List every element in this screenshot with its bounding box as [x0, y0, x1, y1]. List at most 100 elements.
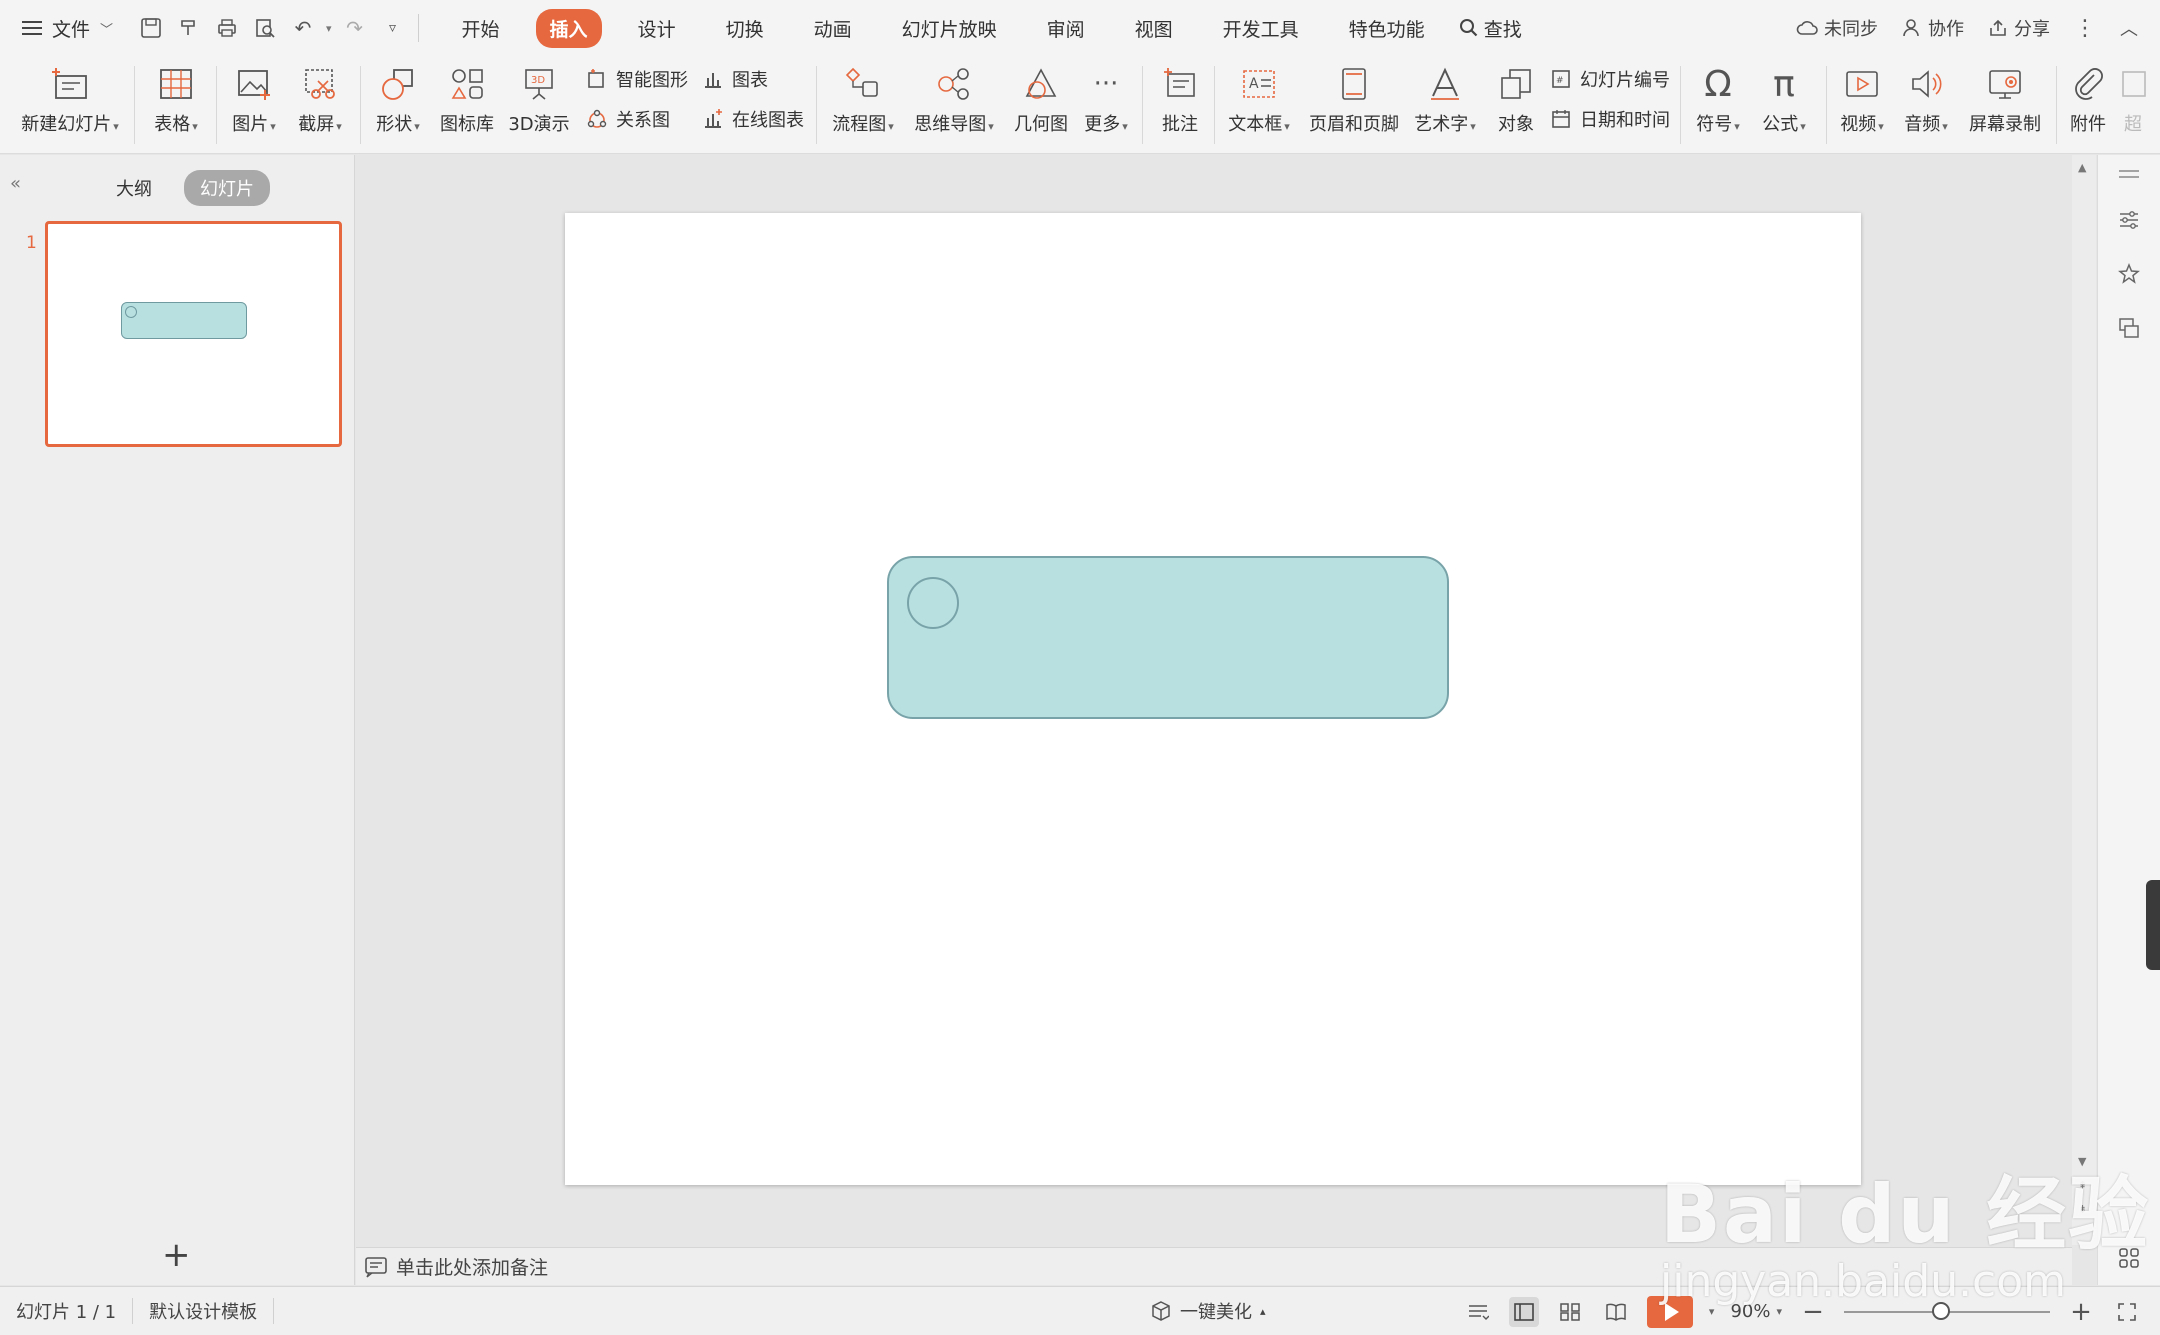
more-button[interactable]: ··· 更多 [1080, 56, 1132, 154]
online-chart-button[interactable]: 在线图表 [700, 106, 804, 132]
circle-shape[interactable] [907, 577, 959, 629]
new-slide-button[interactable]: 新建幻灯片 [14, 56, 126, 154]
add-slide-icon[interactable]: + [162, 1235, 191, 1275]
geometry-button[interactable]: 几何图 [1008, 56, 1074, 154]
chart-label: 图表 [732, 70, 768, 91]
screen-record-button[interactable]: 屏幕录制 [1962, 56, 2048, 154]
table-button[interactable]: 表格 [146, 56, 206, 154]
separator [360, 66, 361, 144]
file-menu[interactable]: 文件 ﹀ [0, 15, 126, 42]
normal-view-icon[interactable] [1508, 1296, 1539, 1327]
print-preview-icon[interactable] [250, 13, 280, 43]
3d-demo-button[interactable]: 3D 3D演示 [506, 56, 572, 154]
comment-button[interactable]: 批注 [1154, 56, 1206, 154]
table-label: 表格 [154, 110, 198, 136]
format-painter-icon[interactable] [174, 13, 204, 43]
separator [1680, 66, 1681, 144]
tab-developer[interactable]: 开发工具 [1209, 9, 1313, 48]
icon-library-button[interactable]: 图标库 [436, 56, 498, 154]
customize-toolbar-icon[interactable]: ▿ [378, 13, 408, 43]
transition-icon[interactable] [2114, 313, 2144, 343]
new-slide-icon [48, 62, 92, 106]
picture-button[interactable]: 图片 [226, 56, 282, 154]
super-button[interactable]: 超 [2118, 56, 2148, 154]
formula-button[interactable]: π 公式 [1756, 56, 1812, 154]
relation-button[interactable]: 关系图 [584, 106, 670, 132]
tab-design[interactable]: 设计 [624, 9, 690, 48]
rounded-rectangle-shape[interactable] [887, 556, 1449, 719]
slides-panel: « 大纲 幻灯片 1 + [0, 155, 355, 1285]
comment-label: 批注 [1162, 114, 1198, 135]
svg-text:A: A [1249, 76, 1259, 92]
menu-tabs: 开始 插入 设计 切换 动画 幻灯片放映 审阅 视图 开发工具 特色功能 [437, 8, 1450, 48]
slide-thumbnail[interactable] [45, 221, 342, 447]
cube-icon [1152, 1301, 1170, 1321]
file-menu-label: 文件 [52, 18, 91, 41]
video-button[interactable]: 视频 [1836, 56, 1888, 154]
save-icon[interactable] [136, 13, 166, 43]
redo-icon[interactable]: ↷ [340, 13, 370, 43]
smart-shape-label: 智能图形 [616, 70, 688, 91]
collab-button[interactable]: 协作 [1902, 15, 1964, 41]
table-icon [154, 62, 198, 106]
search-button[interactable]: 查找 [1458, 15, 1522, 42]
tab-review[interactable]: 审阅 [1033, 9, 1099, 48]
smart-shape-button[interactable]: 智能图形 [584, 66, 688, 92]
share-button[interactable]: 分享 [1988, 15, 2050, 41]
object-button[interactable]: 对象 [1490, 56, 1542, 154]
calendar-icon [1548, 106, 1574, 132]
search-label: 查找 [1483, 18, 1522, 41]
collapse-panel-icon[interactable]: « [10, 173, 21, 194]
notes-toggle-icon[interactable] [1463, 1297, 1493, 1327]
shape-label: 形状 [376, 110, 420, 136]
textbox-button[interactable]: A 文本框 [1224, 56, 1294, 154]
zoom-slider[interactable] [1844, 1301, 2050, 1320]
reading-view-icon[interactable] [1601, 1297, 1631, 1327]
sync-label: 未同步 [1824, 19, 1878, 40]
chart-button[interactable]: 图表 [700, 66, 768, 92]
slide[interactable] [565, 213, 1861, 1185]
collapse-ribbon-icon[interactable]: ︿ [2120, 15, 2138, 41]
animation-star-icon[interactable] [2114, 259, 2144, 289]
datetime-button[interactable]: 日期和时间 [1548, 106, 1670, 132]
user-icon [1903, 19, 1919, 37]
slide-number-button[interactable]: # 幻灯片编号 [1548, 66, 1670, 92]
template-name[interactable]: 默认设计模板 [133, 1298, 275, 1324]
tab-home[interactable]: 开始 [448, 9, 514, 48]
symbol-button[interactable]: Ω 符号 [1690, 56, 1746, 154]
tab-view[interactable]: 视图 [1121, 9, 1187, 48]
audio-button[interactable]: 音频 [1900, 56, 1952, 154]
tab-transitions[interactable]: 切换 [712, 9, 778, 48]
print-icon[interactable] [212, 13, 242, 43]
undo-icon[interactable]: ↶ [288, 13, 318, 43]
wordart-button[interactable]: 艺术字 [1410, 56, 1480, 154]
attachment-button[interactable]: 附件 [2064, 56, 2112, 154]
flowchart-button[interactable]: 流程图 [826, 56, 900, 154]
tab-slides[interactable]: 幻灯片 [184, 170, 270, 206]
tab-outline[interactable]: 大纲 [100, 170, 168, 206]
mindmap-button[interactable]: 思维导图 [910, 56, 998, 154]
tab-animations[interactable]: 动画 [800, 9, 866, 48]
settings-sliders-icon[interactable] [2114, 205, 2144, 235]
datetime-label: 日期和时间 [1580, 110, 1670, 131]
beautify-button[interactable]: 一键美化 ▴ [1150, 1298, 1266, 1324]
vertical-scrollbar[interactable]: ▲ ▼ ⇞ ⇟ [2072, 155, 2096, 1245]
header-footer-button[interactable]: 页眉和页脚 [1304, 56, 1404, 154]
slide-sorter-icon[interactable] [1555, 1297, 1585, 1327]
notes-placeholder: 单击此处添加备注 [396, 1257, 549, 1279]
scroll-up-icon[interactable]: ▲ [2078, 161, 2086, 174]
geometry-icon [1019, 62, 1063, 106]
side-drawer-handle[interactable] [2146, 880, 2160, 970]
more-icon: ··· [1093, 69, 1119, 99]
shape-button[interactable]: 形状 [370, 56, 426, 154]
panel-tabs: 大纲 幻灯片 [100, 170, 270, 206]
textbox-icon: A [1237, 62, 1281, 106]
tab-features[interactable]: 特色功能 [1335, 9, 1439, 48]
menu-lines-icon[interactable] [2114, 161, 2144, 191]
undo-dropdown-icon[interactable]: ▾ [326, 22, 332, 35]
tab-slideshow[interactable]: 幻灯片放映 [888, 9, 1011, 48]
more-options-icon[interactable]: ⋮ [2074, 16, 2096, 41]
sync-button[interactable]: 未同步 [1796, 15, 1878, 41]
screenshot-button[interactable]: 截屏 [290, 56, 350, 154]
tab-insert[interactable]: 插入 [535, 8, 602, 48]
